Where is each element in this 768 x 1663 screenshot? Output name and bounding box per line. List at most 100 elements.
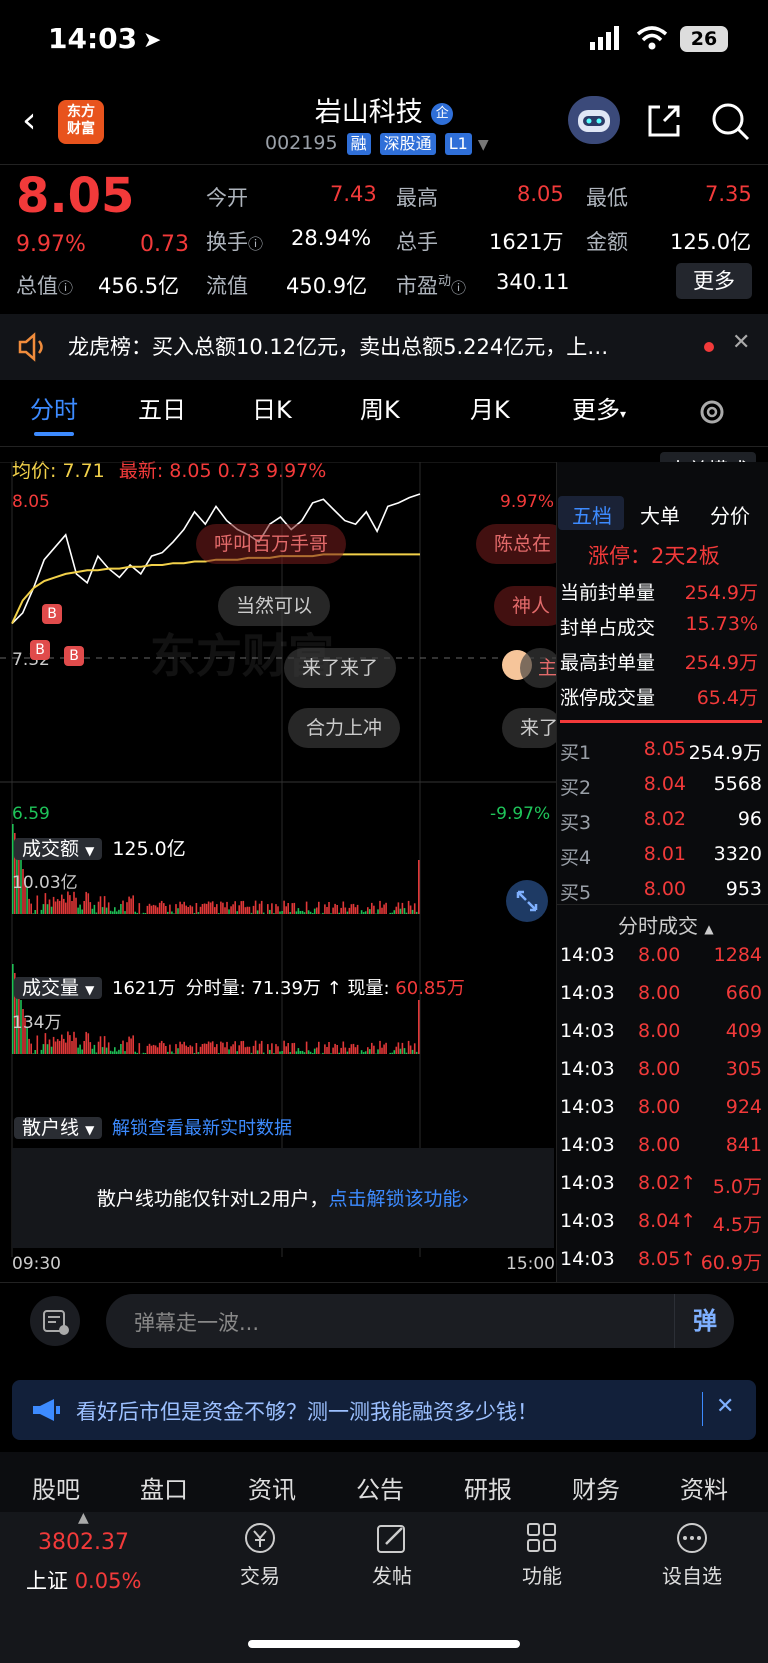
index-name: 上证 xyxy=(26,1569,68,1593)
volume-bar xyxy=(271,1043,273,1054)
tab-big-orders[interactable]: 大单 xyxy=(640,500,680,529)
volume-bar xyxy=(34,910,36,914)
volume-bar xyxy=(169,1044,171,1054)
dragon-tiger-banner[interactable]: 龙虎榜：买入总额10.12亿元，卖出总额5.224亿元，上… ✕ xyxy=(0,314,768,380)
danmu-settings-icon[interactable] xyxy=(30,1296,80,1346)
tab-forum[interactable]: 股吧 xyxy=(32,1470,80,1505)
bid-level-label: 买2 xyxy=(560,777,592,799)
index-line[interactable]: 上证 0.05% xyxy=(26,1565,141,1595)
tab-monthly-k[interactable]: 月K xyxy=(470,390,510,425)
pe-label[interactable]: 市盈动ⓘ xyxy=(396,270,466,300)
tick-volume: 1284 xyxy=(713,944,762,966)
volume-bar xyxy=(34,1050,36,1054)
tab-profile[interactable]: 资料 xyxy=(680,1470,728,1505)
volume-bar xyxy=(307,1050,310,1054)
close-icon[interactable]: ✕ xyxy=(716,1394,734,1419)
turnover-label[interactable]: 换手ⓘ xyxy=(206,226,263,256)
nav-add-watchlist[interactable]: 设自选 xyxy=(652,1520,732,1589)
volume-bar xyxy=(65,902,67,914)
tab-weekly-k[interactable]: 周K xyxy=(360,390,400,425)
tab-daily-k[interactable]: 日K xyxy=(252,390,292,425)
tab-announcements[interactable]: 公告 xyxy=(356,1470,404,1505)
volume-bar xyxy=(58,1040,61,1054)
volume-selector[interactable]: 成交量 ▼ xyxy=(14,977,103,999)
nav-functions[interactable]: 功能 xyxy=(502,1520,582,1589)
nav-post[interactable]: 发帖 xyxy=(352,1520,432,1589)
danmu-bubble[interactable]: 来了 xyxy=(502,708,563,748)
volume-bar xyxy=(209,902,212,914)
ticks-title[interactable]: 分时成交 ▲ xyxy=(618,910,714,939)
volume-bar xyxy=(146,905,149,914)
volume-bar xyxy=(28,898,30,914)
danmu-bubble[interactable]: 呼叫百万手哥 xyxy=(196,524,347,564)
tab-research[interactable]: 研报 xyxy=(464,1470,512,1505)
stock-code-line[interactable]: 002195 融 深股通 L1 ▼ xyxy=(265,132,489,155)
volume-bar xyxy=(122,900,124,914)
volume-bar xyxy=(109,1050,112,1054)
volume-bar xyxy=(114,907,116,914)
volume-bar xyxy=(328,902,330,914)
search-icon[interactable] xyxy=(710,101,752,147)
open-label: 今开 xyxy=(206,186,248,210)
volume-bar xyxy=(128,896,130,914)
amount-selector[interactable]: 成交额 ▼ xyxy=(14,838,103,860)
tick-time: 14:03 xyxy=(560,944,615,966)
tab-five-levels[interactable]: 五档 xyxy=(572,500,612,529)
retail-notice-text: 散户线功能仅针对L2用户， xyxy=(96,1188,329,1210)
expand-icon[interactable] xyxy=(506,880,548,922)
danmu-bubble[interactable]: 合力上冲 xyxy=(288,708,401,748)
share-icon[interactable] xyxy=(644,101,684,145)
more-button[interactable]: 更多 xyxy=(676,263,752,299)
buy-marker[interactable]: B xyxy=(42,604,62,624)
send-danmu-button[interactable]: 弹 xyxy=(674,1294,735,1348)
volume-bar xyxy=(50,906,53,914)
danmu-bubble[interactable]: 当然可以 xyxy=(218,586,331,626)
danmu-input[interactable]: 弹幕走一波... 弹 xyxy=(106,1294,734,1348)
buy-marker[interactable]: B xyxy=(30,640,50,660)
volume-bar xyxy=(285,906,287,914)
volume-bar xyxy=(75,1037,77,1054)
financing-ad[interactable]: 看好后市但是资金不够？测一测我能融资多少钱！ ✕ xyxy=(12,1380,756,1440)
status-time: 14:03 xyxy=(48,22,138,55)
volume-bar xyxy=(262,912,265,914)
retail-selector[interactable]: 散户线 ▼ xyxy=(14,1117,103,1139)
index-value[interactable]: 3802.37 xyxy=(38,1530,129,1555)
tab-intraday[interactable]: 分时 xyxy=(30,390,78,425)
gear-icon[interactable] xyxy=(696,396,728,432)
tab-news[interactable]: 资讯 xyxy=(248,1470,296,1505)
volume-bar xyxy=(226,1041,228,1054)
close-icon[interactable]: ✕ xyxy=(732,330,750,355)
tab-five-day[interactable]: 五日 xyxy=(138,390,186,425)
retail-unlock-link[interactable]: 点击解锁该功能 xyxy=(329,1188,462,1210)
unlock-link[interactable]: 解锁查看最新实时数据 xyxy=(112,1118,292,1139)
volume-bar xyxy=(364,1051,367,1054)
change-percent: 9.97% xyxy=(16,232,86,257)
mktcap-value: 456.5亿 xyxy=(98,274,180,298)
volume-bar xyxy=(383,1044,385,1054)
volume-bar xyxy=(283,900,285,914)
nav-functions-label: 功能 xyxy=(522,1564,562,1588)
volume-bar xyxy=(256,910,259,914)
volume-bar xyxy=(91,908,94,914)
volume-bar xyxy=(77,907,79,914)
nav-trade[interactable]: 交易 xyxy=(220,1520,300,1589)
tab-order-book[interactable]: 盘口 xyxy=(140,1470,188,1505)
volume-bar xyxy=(248,1046,251,1054)
volume-bar xyxy=(324,904,326,914)
tab-financials[interactable]: 财务 xyxy=(572,1470,620,1505)
volume-bar xyxy=(197,1052,200,1054)
danmu-bubble[interactable]: 主 xyxy=(520,648,562,688)
robot-assistant-icon[interactable] xyxy=(568,96,620,144)
tab-price-dist[interactable]: 分价 xyxy=(710,500,750,529)
tab-more[interactable]: 更多▾ xyxy=(572,390,626,425)
tick-price: 8.00 xyxy=(638,982,681,1004)
volume-bar xyxy=(116,1051,118,1054)
buy-marker[interactable]: B xyxy=(64,646,84,666)
volume-bar xyxy=(362,912,365,914)
mktcap-label[interactable]: 总值ⓘ xyxy=(16,270,73,300)
float-label: 流值 xyxy=(206,274,248,298)
danmu-bubble[interactable]: 来了来了 xyxy=(284,648,397,688)
period-volume-label: 分时量: xyxy=(185,978,246,999)
volume-bar xyxy=(297,1048,300,1054)
volume-bar xyxy=(185,905,187,914)
